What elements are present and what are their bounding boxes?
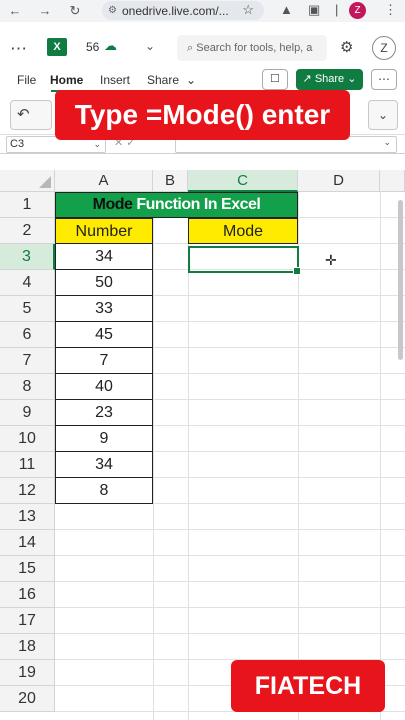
row-header-17[interactable]: 17 — [0, 608, 55, 634]
number-cell[interactable]: 40 — [55, 374, 153, 400]
gridline — [55, 607, 405, 608]
number-cell[interactable]: 34 — [55, 244, 153, 270]
tab-insert[interactable]: Insert — [100, 73, 130, 87]
column-header-b[interactable]: B — [153, 170, 188, 192]
browser-profile-avatar[interactable]: Z — [349, 2, 366, 19]
url-text: onedrive.live.com/... — [121, 3, 229, 18]
row-header-5[interactable]: 5 — [0, 296, 55, 322]
comment-icon: ☐ — [270, 73, 280, 85]
number-cell[interactable]: 45 — [55, 322, 153, 348]
row-header-20[interactable]: 20 — [0, 686, 55, 712]
browser-menu-icon[interactable]: ⋮ — [384, 2, 397, 18]
document-title[interactable]: 56 — [86, 40, 99, 54]
comment-button[interactable]: ☐ — [262, 69, 288, 90]
more-options-button[interactable]: ⋯ — [371, 69, 397, 90]
row-header-11[interactable]: 11 — [0, 452, 55, 478]
instruction-banner: Type =Mode() enter — [55, 90, 350, 140]
brand-watermark: FIATECH — [231, 660, 385, 712]
ribbon-tabs: File Home Insert Share ⌄ ☐ ↗ Share ⌄ ⋯ — [0, 68, 405, 92]
header-mode-cell[interactable]: Mode — [188, 218, 298, 244]
row-header-2[interactable]: 2 — [0, 218, 55, 244]
gridline — [153, 192, 154, 720]
row-header-6[interactable]: 6 — [0, 322, 55, 348]
number-cell[interactable]: 8 — [55, 478, 153, 504]
bookmark-star-icon[interactable]: ☆ — [242, 2, 254, 18]
row-header-13[interactable]: 13 — [0, 504, 55, 530]
row-header-3[interactable]: 3 — [0, 244, 55, 270]
search-placeholder: Search for tools, help, a — [196, 42, 313, 54]
share-icon: ↗ — [302, 73, 312, 85]
app-header: ⋯ X 56 ☁ ⌄ ⌕ Search for tools, help, a ⚙… — [0, 30, 405, 68]
share-button[interactable]: ↗ Share ⌄ — [296, 69, 363, 90]
select-all-corner[interactable] — [0, 170, 55, 192]
address-bar[interactable]: ⚙ onedrive.live.com/... ☆ — [102, 1, 264, 20]
cloud-sync-icon: ☁ — [104, 38, 117, 53]
number-cell[interactable]: 50 — [55, 270, 153, 296]
back-arrow-icon[interactable]: ← — [4, 3, 26, 18]
row-header-9[interactable]: 9 — [0, 400, 55, 426]
number-cell[interactable]: 33 — [55, 296, 153, 322]
chevron-down-icon[interactable]: ⌄ — [186, 73, 196, 87]
site-info-icon[interactable]: ⚙ — [108, 5, 117, 16]
share-label: Share — [314, 73, 345, 85]
undo-button[interactable]: ↶ — [10, 100, 52, 130]
row-header-8[interactable]: 8 — [0, 374, 55, 400]
crosshair-cursor-icon: ✛ — [325, 252, 337, 268]
column-header-c[interactable]: C — [188, 170, 298, 192]
forward-arrow-icon[interactable]: → — [34, 3, 56, 18]
number-cell[interactable]: 34 — [55, 452, 153, 478]
account-avatar[interactable]: Z — [372, 36, 396, 60]
number-cell[interactable]: 9 — [55, 426, 153, 452]
excel-logo-icon[interactable]: X — [47, 38, 67, 56]
gridline — [55, 529, 405, 530]
gridline — [55, 633, 405, 634]
row-header-10[interactable]: 10 — [0, 426, 55, 452]
gridline — [55, 555, 405, 556]
name-box-value: C3 — [10, 138, 25, 150]
row-header-16[interactable]: 16 — [0, 582, 55, 608]
title-word-mode: Mode — [92, 196, 133, 213]
row-header-7[interactable]: 7 — [0, 348, 55, 374]
active-cell-selection[interactable] — [188, 246, 301, 275]
gridline — [380, 192, 381, 720]
chevron-down-icon: ⌄ — [377, 108, 389, 122]
sidebar-divider-icon: | — [335, 2, 339, 17]
column-header-d[interactable]: D — [298, 170, 380, 192]
puzzle-extensions-icon[interactable]: ▣ — [308, 2, 320, 18]
tab-file[interactable]: File — [17, 73, 36, 87]
row-header-15[interactable]: 15 — [0, 556, 55, 582]
search-box[interactable]: ⌕ Search for tools, help, a — [177, 35, 327, 61]
reload-icon[interactable]: ↻ — [64, 3, 86, 19]
extension-icon[interactable]: ▲ — [280, 2, 293, 17]
number-cell[interactable]: 7 — [55, 348, 153, 374]
row-header-12[interactable]: 12 — [0, 478, 55, 504]
chevron-down-icon: ⌄ — [347, 73, 357, 85]
header-number-cell[interactable]: Number — [55, 218, 153, 244]
tab-home[interactable]: Home — [50, 73, 83, 87]
title-cell[interactable]: Mode Function In Excel — [55, 192, 298, 218]
chevron-down-icon[interactable]: ⌄ — [383, 137, 391, 148]
gridline — [55, 581, 405, 582]
gear-icon[interactable]: ⚙ — [340, 38, 353, 56]
number-cell[interactable]: 23 — [55, 400, 153, 426]
tab-share[interactable]: Share — [147, 73, 179, 87]
column-header-a[interactable]: A — [55, 170, 153, 192]
undo-icon: ↶ — [17, 106, 30, 123]
ribbon-collapse-button[interactable]: ⌄ — [368, 100, 398, 130]
column-header-e[interactable] — [380, 170, 405, 192]
row-header-18[interactable]: 18 — [0, 634, 55, 660]
title-rest: Function In Excel — [136, 196, 261, 213]
browser-toolbar: ← → ↻ ⚙ onedrive.live.com/... ☆ ▲ ▣ | Z … — [0, 0, 405, 22]
vertical-scrollbar[interactable] — [398, 200, 403, 360]
row-header-14[interactable]: 14 — [0, 530, 55, 556]
row-header-1[interactable]: 1 — [0, 192, 55, 218]
app-launcher-icon[interactable]: ⋯ — [10, 39, 27, 59]
row-header-4[interactable]: 4 — [0, 270, 55, 296]
chevron-down-icon[interactable]: ⌄ — [145, 39, 155, 53]
search-icon: ⌕ — [187, 42, 194, 54]
row-header-19[interactable]: 19 — [0, 660, 55, 686]
